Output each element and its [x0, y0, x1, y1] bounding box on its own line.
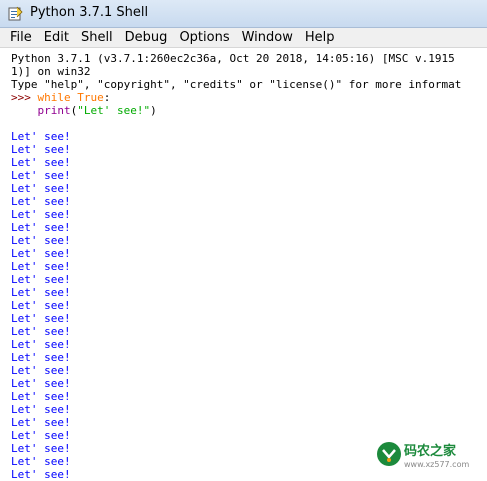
watermark-logo: 码农之家 www.xz577.com — [370, 432, 487, 481]
output-line: Let' see! — [11, 234, 71, 247]
output-line: Let' see! — [11, 390, 71, 403]
shell-text-area[interactable]: Python 3.7.1 (v3.7.1:260ec2c36a, Oct 20 … — [0, 48, 487, 481]
keyword-true: True — [77, 91, 104, 104]
output-line: Let' see! — [11, 182, 71, 195]
watermark-name: 码农之家 — [404, 444, 457, 459]
output-line: Let' see! — [11, 273, 71, 286]
output-line: Let' see! — [11, 442, 71, 455]
output-line: Let' see! — [11, 221, 71, 234]
code-line-while: >>> while True: — [11, 91, 110, 104]
code-colon: : — [103, 91, 111, 104]
menu-help[interactable]: Help — [299, 28, 341, 48]
output-line: Let' see! — [11, 325, 71, 338]
output-line: Let' see! — [11, 455, 71, 468]
output-line: Let' see! — [11, 195, 71, 208]
output-line: Let' see! — [11, 260, 71, 273]
output-line: Let' see! — [11, 364, 71, 377]
output-line: Let' see! — [11, 338, 71, 351]
output-line: Let' see! — [11, 169, 71, 182]
keyword-while: while — [37, 91, 71, 104]
output-line: Let' see! — [11, 312, 71, 325]
banner-line: 1)] on win32 — [11, 65, 91, 78]
menu-bar: File Edit Shell Debug Options Window Hel… — [0, 28, 487, 48]
output-line: Let' see! — [11, 208, 71, 221]
watermark-icon — [377, 442, 401, 466]
banner-line: Type "help", "copyright", "credits" or "… — [11, 78, 462, 91]
menu-window[interactable]: Window — [236, 28, 299, 48]
output-line: Let' see! — [11, 130, 71, 143]
python-idle-icon — [8, 6, 23, 21]
output-line: Let' see! — [11, 156, 71, 169]
output-line: Let' see! — [11, 416, 71, 429]
menu-file[interactable]: File — [4, 28, 38, 48]
title-bar[interactable]: Python 3.7.1 Shell — [0, 0, 487, 28]
output-line: Let' see! — [11, 377, 71, 390]
code-paren-close: ) — [150, 104, 157, 117]
code-line-print: print("Let' see!") — [11, 104, 157, 117]
shell-prompt: >>> — [11, 91, 31, 104]
output-line: Let' see! — [11, 247, 71, 260]
output-line: Let' see! — [11, 286, 71, 299]
watermark-url: www.xz577.com — [404, 460, 470, 469]
builtin-print: print — [37, 104, 71, 117]
menu-options[interactable]: Options — [173, 28, 235, 48]
output-line: Let' see! — [11, 351, 71, 364]
window-title: Python 3.7.1 Shell — [30, 5, 149, 20]
menu-debug[interactable]: Debug — [119, 28, 174, 48]
output-line: Let' see! — [11, 299, 71, 312]
output-line: Let' see! — [11, 468, 71, 481]
code-string: "Let' see!" — [77, 104, 151, 117]
menu-edit[interactable]: Edit — [38, 28, 75, 48]
output-line: Let' see! — [11, 429, 71, 442]
banner-line: Python 3.7.1 (v3.7.1:260ec2c36a, Oct 20 … — [11, 52, 455, 65]
menu-shell[interactable]: Shell — [75, 28, 119, 48]
output-line: Let' see! — [11, 143, 71, 156]
output-line: Let' see! — [11, 403, 71, 416]
